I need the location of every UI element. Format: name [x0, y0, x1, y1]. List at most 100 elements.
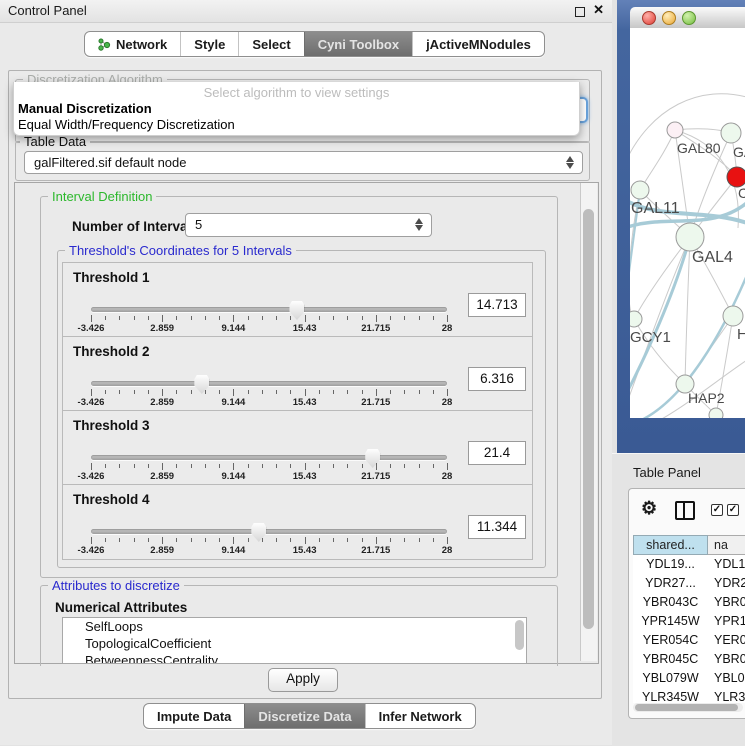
tab-jactivemnodules[interactable]: jActiveMNodules	[412, 32, 544, 56]
attributes-group-title: Attributes to discretize	[48, 579, 184, 592]
threshold-label: Threshold 1	[73, 270, 150, 285]
node-top-right-label: GA	[733, 144, 745, 160]
table-row[interactable]: YPR145WYPR1	[633, 612, 745, 631]
slider-track[interactable]	[91, 307, 447, 312]
tick-label: -3.426	[78, 397, 105, 408]
cell-name: YBR0	[708, 650, 745, 669]
slider-track[interactable]	[91, 529, 447, 534]
close-icon[interactable]: ✕	[593, 2, 604, 18]
traffic-light-zoom-icon[interactable]	[682, 11, 696, 25]
table-data-value: galFiltered.sif default node	[34, 152, 186, 173]
attribute-item-topologicalcoefficient[interactable]: TopologicalCoefficient	[63, 635, 526, 652]
split-columns-icon[interactable]	[675, 501, 695, 520]
tab-label: Infer Network	[379, 709, 462, 724]
network-window-titlebar[interactable]	[630, 7, 745, 29]
table-panel: Table Panel ⚙ ✓ ✓ shared... na YDL19...Y…	[612, 453, 745, 746]
slider-track[interactable]	[91, 381, 447, 386]
algorithm-dropdown-popup: Select algorithm to view settings Manual…	[13, 82, 580, 136]
horizontal-scrollbar[interactable]	[633, 703, 743, 712]
cell-name: YBL0	[708, 669, 745, 688]
tick-label: -3.426	[78, 471, 105, 482]
dropdown-option-manual-discretization[interactable]: Manual Discretization	[14, 101, 579, 117]
attribute-item-betweennesscentrality[interactable]: BetweennessCentrality	[63, 652, 526, 664]
node-gcy1[interactable]	[630, 311, 642, 327]
tab-discretize-data[interactable]: Discretize Data	[244, 704, 364, 728]
tab-cyni-toolbox[interactable]: Cyni Toolbox	[304, 32, 412, 56]
float-window-icon[interactable]	[575, 7, 585, 17]
cell-shared-name: YDL19...	[633, 555, 708, 574]
tab-infer-network[interactable]: Infer Network	[365, 704, 475, 728]
node-top-right[interactable]	[721, 123, 741, 143]
threshold-value-field[interactable]: 11.344	[468, 515, 526, 539]
cell-shared-name: YDR27...	[633, 574, 708, 593]
network-edge[interactable]	[685, 237, 690, 384]
numerical-attributes-label: Numerical Attributes	[55, 600, 187, 615]
tick-label: 28	[442, 471, 453, 482]
attribute-item-selfloops[interactable]: SelfLoops	[63, 618, 526, 635]
tick-label: -3.426	[78, 323, 105, 334]
dropdown-option-equal-width-frequency-discretization[interactable]: Equal Width/Frequency Discretization	[14, 117, 579, 133]
num-intervals-label: Number of Intervals	[72, 219, 199, 234]
table-data-combobox[interactable]: galFiltered.sif default node	[24, 151, 583, 174]
node-gal4[interactable]	[676, 223, 704, 251]
table-row[interactable]: YDL19...YDL1	[633, 555, 745, 574]
tab-select[interactable]: Select	[238, 32, 303, 56]
checkbox-icon[interactable]: ✓	[711, 504, 723, 516]
table-row[interactable]: YBL079WYBL0	[633, 669, 745, 688]
spinner-arrows-icon	[566, 155, 575, 170]
traffic-light-close-icon[interactable]	[642, 11, 656, 25]
list-scrollbar-thumb[interactable]	[515, 620, 524, 650]
traffic-light-minimize-icon[interactable]	[662, 11, 676, 25]
node-h[interactable]	[723, 306, 743, 326]
tab-impute-data[interactable]: Impute Data	[144, 704, 244, 728]
threshold-value-field[interactable]: 6.316	[468, 367, 526, 391]
tab-label: Style	[194, 37, 225, 52]
node-gal11[interactable]	[631, 181, 649, 199]
apply-button[interactable]: Apply	[268, 668, 338, 692]
table-row[interactable]: YBR045CYBR0	[633, 650, 745, 669]
gear-icon[interactable]: ⚙	[641, 498, 657, 519]
vertical-scrollbar[interactable]	[580, 183, 597, 661]
threshold-label: Threshold 4	[73, 492, 150, 507]
cell-shared-name: YPR145W	[633, 612, 708, 631]
tab-network[interactable]: Network	[85, 32, 180, 56]
threshold-value-field[interactable]: 21.4	[468, 441, 526, 465]
tab-style[interactable]: Style	[180, 32, 238, 56]
checkbox-icon[interactable]: ✓	[727, 504, 739, 516]
column-header-name[interactable]: na	[708, 535, 745, 555]
vertical-scrollbar-thumb[interactable]	[583, 209, 594, 629]
horizontal-scrollbar-thumb[interactable]	[635, 704, 738, 711]
tab-label: jActiveMNodules	[426, 37, 531, 52]
tick-label: 2.859	[150, 471, 174, 482]
tick-label: 2.859	[150, 323, 174, 334]
algorithm-dropdown-hint: Select algorithm to view settings	[14, 82, 579, 101]
node-hap2-label: HAP2	[688, 390, 725, 406]
network-edge[interactable]	[660, 358, 745, 418]
network-graph[interactable]: GAL80GACGAL11GAL4GCY1HHAP2	[630, 28, 745, 418]
cell-shared-name: YER054C	[633, 631, 708, 650]
node-bottom[interactable]	[709, 408, 723, 418]
column-header-shared-name[interactable]: shared...	[633, 535, 708, 555]
tick-label: 9.144	[222, 323, 246, 334]
cell-shared-name: YBR043C	[633, 593, 708, 612]
cell-name: YPR1	[708, 612, 745, 631]
node-gal4-label: GAL4	[692, 249, 733, 266]
network-edge[interactable]	[640, 130, 675, 190]
table-row[interactable]: YER054CYER0	[633, 631, 745, 650]
network-canvas[interactable]: GAL80GACGAL11GAL4GCY1HHAP2	[630, 28, 745, 418]
table-data-group-title: Table Data	[20, 135, 90, 148]
num-intervals-combobox[interactable]: 5	[185, 213, 432, 237]
table-row[interactable]: YBR043CYBR0	[633, 593, 745, 612]
tab-label: Discretize Data	[258, 709, 351, 724]
slider-track[interactable]	[91, 455, 447, 460]
cell-shared-name: YLR345W	[633, 688, 708, 703]
table-panel-body: ⚙ ✓ ✓ shared... na YDL19...YDL1YDR27...Y…	[628, 488, 745, 719]
node-gal80[interactable]	[667, 122, 683, 138]
threshold-value-field[interactable]: 14.713	[468, 293, 526, 317]
threshold-label: Threshold 3	[73, 418, 150, 433]
node-red[interactable]	[727, 167, 745, 187]
table-row[interactable]: YLR345WYLR3	[633, 688, 745, 703]
panel-title: Control Panel	[8, 3, 87, 18]
table-row[interactable]: YDR27...YDR2	[633, 574, 745, 593]
threshold-row-1: Threshold 1-3.4262.8599.14415.4321.71528…	[62, 262, 533, 338]
